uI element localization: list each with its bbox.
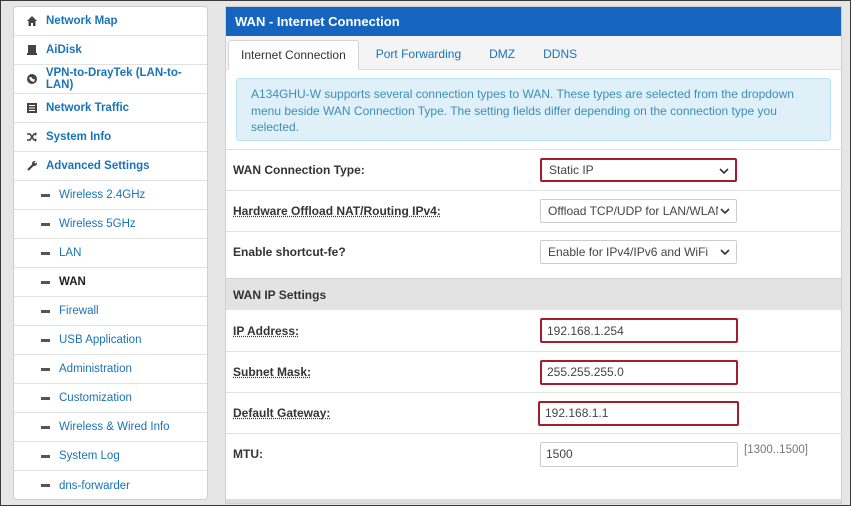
ip-address-field[interactable]: 192.168.1.254 — [540, 318, 738, 343]
sidebar-item-aidisk[interactable]: AiDisk — [14, 36, 207, 65]
dash-icon — [41, 193, 50, 197]
row-wan-type: WAN Connection Type: Static IP — [226, 149, 841, 190]
main-panel: WAN - Internet Connection Internet Conne… — [225, 6, 842, 504]
sidebar-item-label: Wireless 5GHz — [59, 218, 136, 230]
hw-offload-label: Hardware Offload NAT/Routing IPv4: — [233, 204, 441, 218]
dash-icon — [41, 454, 50, 458]
default-gateway-field[interactable]: 192.168.1.1 — [538, 400, 739, 426]
globe-icon — [25, 72, 39, 86]
sidebar-item-wireless-wired-info[interactable]: Wireless & Wired Info — [14, 413, 207, 442]
mtu-label: MTU: — [233, 447, 263, 461]
shortcut-select[interactable]: Enable for IPv4/IPv6 and WiFi — [540, 240, 737, 264]
sidebar: Network Map AiDisk VPN-to-DrayTek (LAN-t… — [13, 6, 208, 500]
dash-icon — [41, 396, 50, 400]
wan-type-value: Static IP — [549, 163, 594, 177]
dash-icon — [41, 251, 50, 255]
dash-icon — [41, 309, 50, 313]
sidebar-item-customization[interactable]: Customization — [14, 384, 207, 413]
sidebar-item-label: USB Application — [59, 334, 142, 346]
sidebar-item-label: LAN — [59, 247, 82, 259]
shortcut-value: Enable for IPv4/IPv6 and WiFi — [548, 245, 709, 259]
shortcut-label: Enable shortcut-fe? — [233, 245, 346, 259]
row-hw-offload: Hardware Offload NAT/Routing IPv4: Offlo… — [226, 190, 841, 231]
sidebar-item-wireless-5[interactable]: Wireless 5GHz — [14, 210, 207, 239]
sidebar-item-system-info[interactable]: System Info — [14, 123, 207, 152]
sidebar-item-label: WAN — [59, 276, 86, 288]
sidebar-item-network-map[interactable]: Network Map — [14, 7, 207, 36]
sidebar-item-advanced-settings[interactable]: Advanced Settings — [14, 152, 207, 181]
footer-bar — [226, 499, 841, 503]
section-wan-ip-settings: WAN IP Settings — [226, 278, 841, 310]
disk-icon — [25, 43, 39, 57]
row-ip-address: IP Address: 192.168.1.254 — [226, 310, 841, 351]
mtu-range-hint: [1300..1500] — [744, 444, 808, 456]
sidebar-item-vpn[interactable]: VPN-to-DrayTek (LAN-to-LAN) — [14, 65, 207, 94]
row-mtu: MTU: 1500 [1300..1500] — [226, 433, 841, 474]
sidebar-item-lan[interactable]: LAN — [14, 239, 207, 268]
sidebar-item-network-traffic[interactable]: Network Traffic — [14, 94, 207, 123]
sidebar-item-usb-application[interactable]: USB Application — [14, 326, 207, 355]
chevron-down-icon — [718, 204, 732, 218]
sidebar-item-label: System Log — [59, 450, 120, 462]
sidebar-item-label: Wireless 2.4GHz — [59, 189, 146, 201]
row-shortcut: Enable shortcut-fe? Enable for IPv4/IPv6… — [226, 231, 841, 272]
subnet-mask-field[interactable]: 255.255.255.0 — [540, 359, 738, 385]
sidebar-item-system-log[interactable]: System Log — [14, 442, 207, 471]
chevron-down-icon — [718, 245, 732, 259]
dash-icon — [41, 484, 50, 487]
dash-icon — [41, 280, 50, 284]
wan-type-label: WAN Connection Type: — [233, 163, 365, 177]
tab-bar: Internet Connection Port Forwarding DMZ … — [226, 36, 841, 70]
default-gateway-label: Default Gateway: — [233, 406, 331, 420]
page-title: WAN - Internet Connection — [226, 7, 841, 36]
tab-port-forwarding[interactable]: Port Forwarding — [365, 39, 472, 69]
sidebar-item-label: Wireless & Wired Info — [59, 421, 170, 433]
tab-ddns[interactable]: DDNS — [532, 39, 588, 69]
subnet-mask-label: Subnet Mask: — [233, 365, 312, 379]
dash-icon — [41, 367, 50, 371]
dash-icon — [41, 338, 50, 342]
mtu-field[interactable]: 1500 — [540, 441, 738, 467]
sidebar-item-label: Network Traffic — [46, 102, 130, 114]
ip-address-label: IP Address: — [233, 323, 300, 338]
sidebar-item-label: Customization — [59, 392, 132, 404]
hw-offload-value: Offload TCP/UDP for LAN/WLAN — [548, 204, 725, 218]
wrench-icon — [25, 159, 39, 173]
dash-icon — [41, 425, 50, 429]
list-icon — [25, 101, 39, 115]
sidebar-item-label: VPN-to-DrayTek (LAN-to-LAN) — [45, 67, 182, 91]
tab-dmz[interactable]: DMZ — [478, 39, 526, 69]
sidebar-item-dns-forwarder[interactable]: dns-forwarder — [14, 471, 207, 499]
sidebar-item-label: dns-forwarder — [59, 479, 130, 492]
wan-type-select[interactable]: Static IP — [540, 158, 737, 182]
tab-internet-connection[interactable]: Internet Connection — [228, 40, 359, 70]
shuffle-icon — [25, 130, 39, 144]
sidebar-item-label: Firewall — [59, 305, 99, 317]
dash-icon — [41, 222, 50, 226]
hw-offload-select[interactable]: Offload TCP/UDP for LAN/WLAN — [540, 199, 737, 223]
sidebar-item-label: Network Map — [46, 15, 118, 27]
sidebar-item-wireless-24[interactable]: Wireless 2.4GHz — [14, 181, 207, 210]
row-default-gateway: Default Gateway: 192.168.1.1 — [226, 392, 841, 433]
sidebar-item-firewall[interactable]: Firewall — [14, 297, 207, 326]
sidebar-item-wan[interactable]: WAN — [14, 268, 207, 297]
chevron-down-icon — [717, 164, 731, 178]
home-icon — [25, 14, 39, 28]
sidebar-item-administration[interactable]: Administration — [14, 355, 207, 384]
sidebar-item-label: AiDisk — [46, 44, 82, 56]
sidebar-item-label: Administration — [59, 363, 132, 375]
row-subnet-mask: Subnet Mask: 255.255.255.0 — [226, 351, 841, 392]
info-alert: A134GHU-W supports several connection ty… — [236, 78, 831, 141]
sidebar-item-label: Advanced Settings — [46, 160, 150, 172]
sidebar-item-label: System Info — [46, 131, 112, 143]
